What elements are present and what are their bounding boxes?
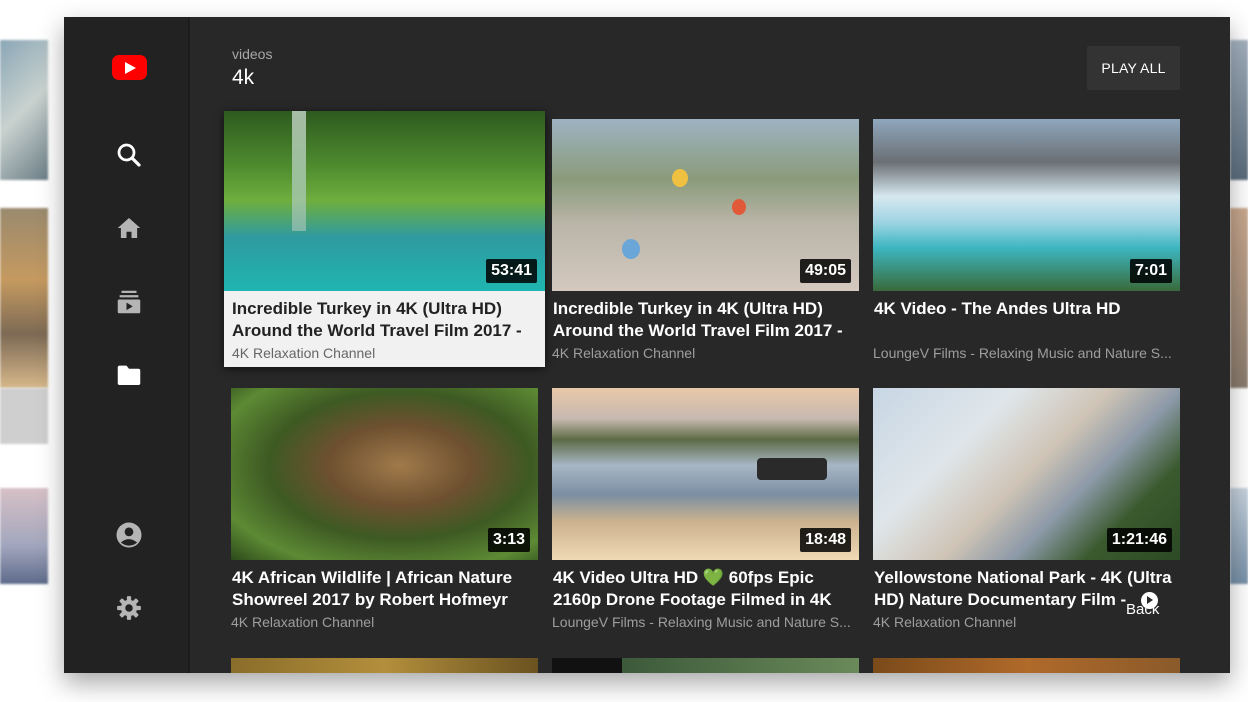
subscriptions-icon[interactable]	[114, 287, 144, 317]
background-thumbnail	[1230, 208, 1248, 388]
settings-icon[interactable]	[114, 593, 144, 623]
sidebar	[64, 17, 190, 673]
video-channel: LoungeV Films - Relaxing Music and Natur…	[873, 345, 1172, 361]
video-duration: 53:41	[486, 259, 537, 283]
background-thumbnail	[0, 388, 48, 444]
video-thumbnail: 7:01	[873, 119, 1180, 291]
youtube-logo-icon	[112, 55, 147, 80]
background-thumbnail	[0, 40, 48, 180]
play-all-button[interactable]: PLAY ALL	[1087, 46, 1180, 90]
video-thumbnail: 18:48	[552, 388, 859, 560]
video-thumbnail[interactable]	[552, 658, 859, 673]
background-thumbnail	[0, 208, 48, 388]
video-thumbnail[interactable]	[231, 658, 538, 673]
library-folder-icon[interactable]	[114, 360, 144, 390]
video-duration: 7:01	[1129, 259, 1172, 283]
tv-panel: videos 4k PLAY ALL 53:41 Incredible Turk…	[64, 17, 1230, 673]
background-thumbnail	[1230, 40, 1248, 180]
background-thumbnail	[1230, 488, 1248, 584]
video-duration: 1:21:46	[1106, 528, 1172, 552]
video-channel: LoungeV Films - Relaxing Music and Natur…	[552, 614, 851, 630]
video-duration: 18:48	[800, 528, 851, 552]
page-subtitle: videos	[232, 46, 273, 62]
search-icon[interactable]	[114, 140, 144, 170]
video-thumbnail: 3:13	[231, 388, 538, 560]
video-card[interactable]: 49:05 Incredible Turkey in 4K (Ultra HD)…	[552, 119, 859, 361]
video-thumbnail: 49:05	[552, 119, 859, 291]
home-icon[interactable]	[114, 213, 144, 243]
video-card[interactable]: 7:01 4K Video - The Andes Ultra HD Loung…	[873, 119, 1180, 361]
video-duration: 49:05	[800, 259, 851, 283]
back-hint-label: Back	[1126, 601, 1160, 618]
video-channel: 4K Relaxation Channel	[232, 345, 376, 361]
video-thumbnail: 53:41	[224, 111, 545, 291]
page-title: 4k	[232, 66, 255, 89]
video-card[interactable]: 1:21:46 Yellowstone National Park - 4K (…	[873, 388, 1180, 630]
video-thumbnail[interactable]	[873, 658, 1180, 673]
video-title: 4K African Wildlife | African Nature Sho…	[232, 568, 513, 609]
video-card[interactable]: 3:13 4K African Wildlife | African Natur…	[231, 388, 538, 630]
background-thumbnail	[0, 488, 48, 584]
video-title: 4K Video - The Andes Ultra HD	[874, 299, 1121, 318]
video-channel: 4K Relaxation Channel	[231, 614, 375, 630]
video-duration: 3:13	[487, 528, 530, 552]
video-channel: 4K Relaxation Channel	[552, 345, 696, 361]
video-title: 4K Video Ultra HD 💚 60fps Epic 2160p Dro…	[553, 568, 832, 609]
account-icon[interactable]	[114, 520, 144, 550]
video-title: Incredible Turkey in 4K (Ultra HD) Aroun…	[553, 299, 843, 340]
video-card[interactable]: 18:48 4K Video Ultra HD 💚 60fps Epic 216…	[552, 388, 859, 630]
video-thumbnail: 1:21:46	[873, 388, 1180, 560]
video-title: Incredible Turkey in 4K (Ultra HD) Aroun…	[232, 299, 522, 340]
video-card[interactable]: 53:41 Incredible Turkey in 4K (Ultra HD)…	[224, 111, 545, 367]
